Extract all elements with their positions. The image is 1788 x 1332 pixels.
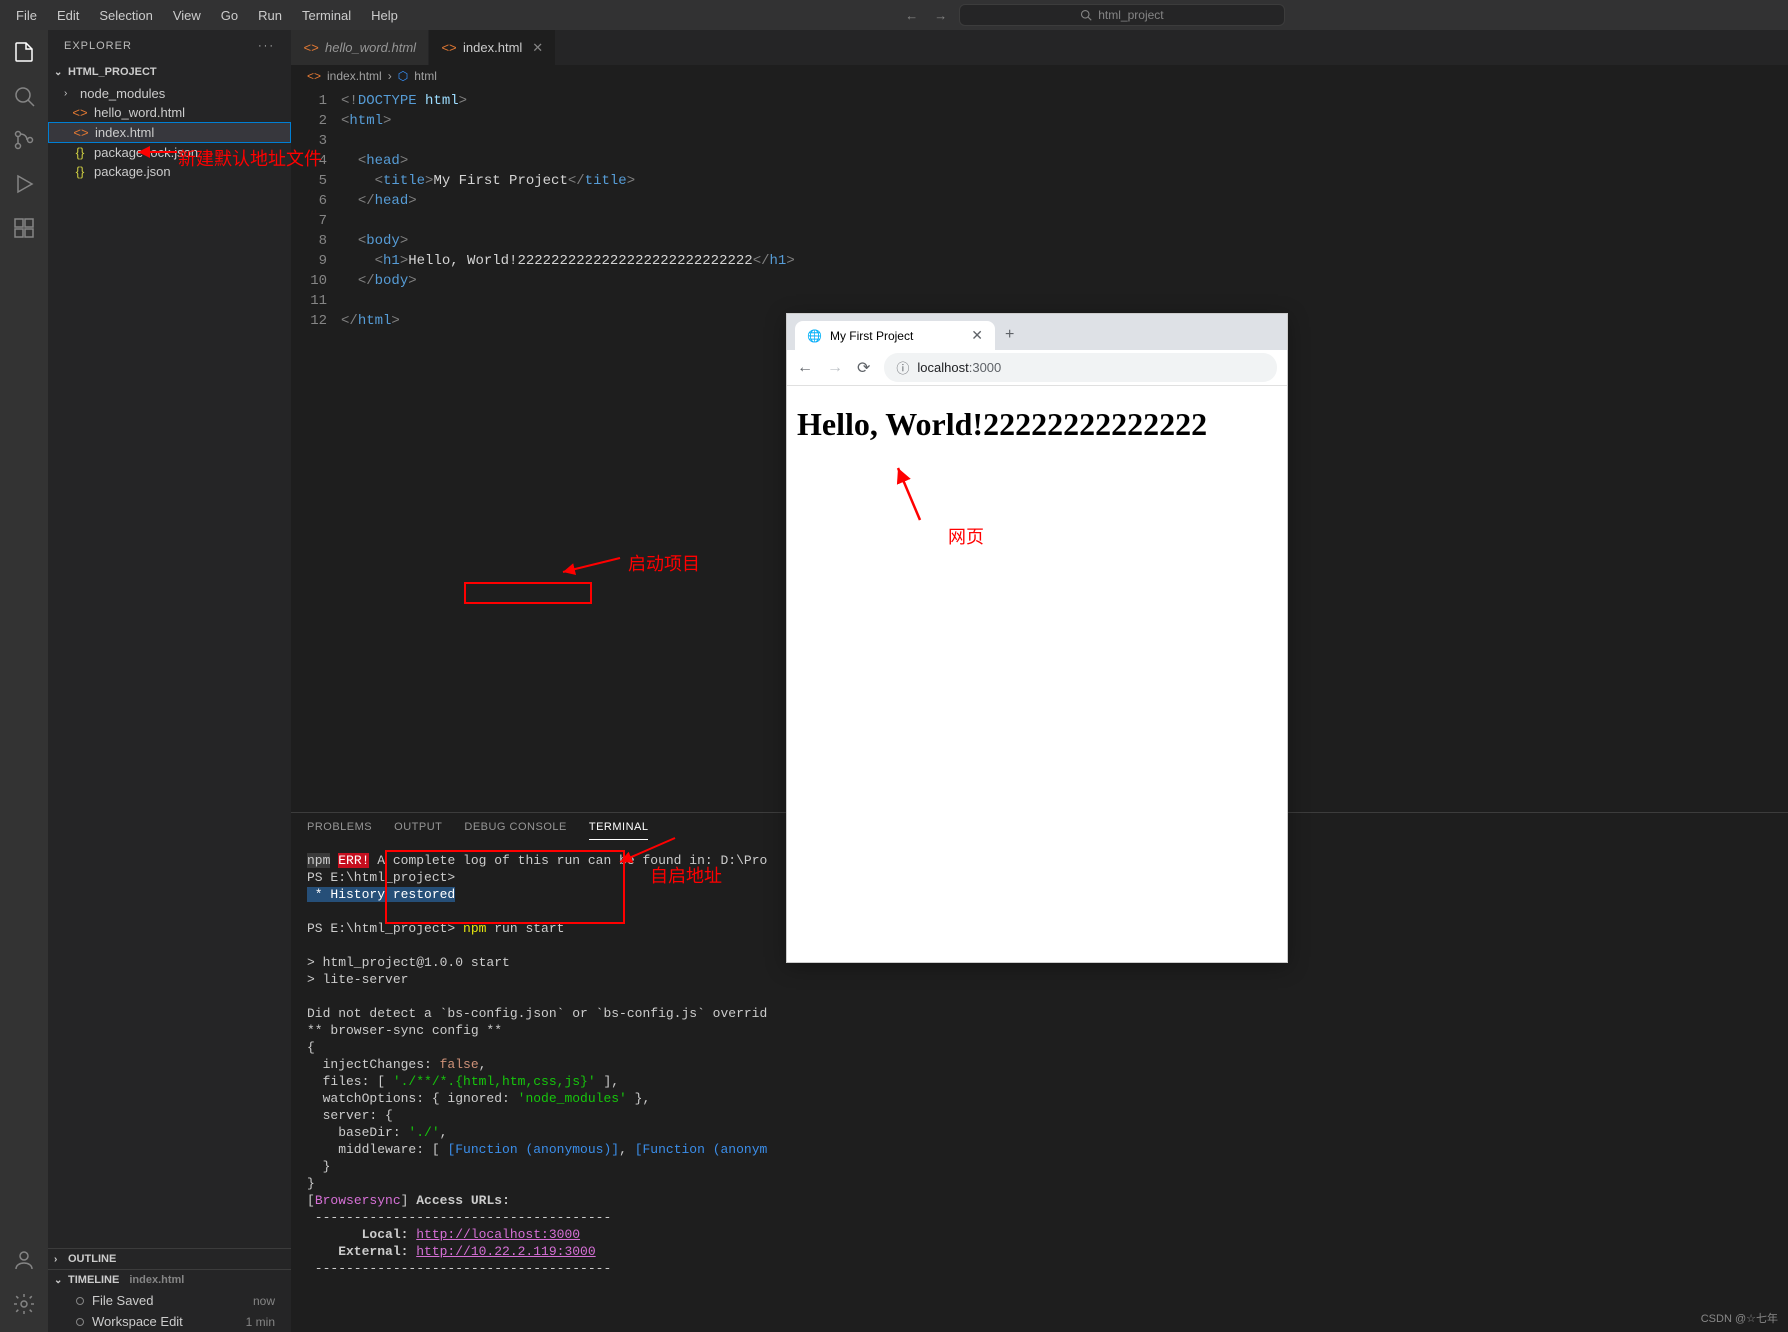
- line-numbers: 123456789101112: [291, 91, 341, 808]
- nav-back-icon[interactable]: ←: [905, 8, 918, 23]
- browser-content: Hello, World!22222222222222: [787, 386, 1287, 463]
- timeline-file: index.html: [129, 1274, 184, 1286]
- url-port: :3000: [969, 360, 1002, 375]
- file-hello-word[interactable]: <> hello_word.html: [48, 103, 291, 122]
- browser-url-bar[interactable]: ⓘ localhost:3000: [884, 353, 1277, 382]
- command-center[interactable]: html_project: [959, 4, 1284, 26]
- timeline-item-time: now: [253, 1294, 275, 1308]
- file-index-html[interactable]: <> index.html: [48, 122, 291, 143]
- browser-toolbar: ← → ⟳ ⓘ localhost:3000: [787, 350, 1287, 386]
- timeline-item[interactable]: File Saved now: [48, 1290, 291, 1311]
- symbol-icon: ⬡: [398, 69, 408, 83]
- more-icon[interactable]: ···: [258, 40, 275, 52]
- menu-view[interactable]: View: [165, 4, 209, 27]
- info-icon: ⓘ: [896, 358, 909, 377]
- panel-tab-terminal[interactable]: TERMINAL: [589, 821, 649, 840]
- menu-selection[interactable]: Selection: [91, 4, 160, 27]
- breadcrumb-file: index.html: [327, 69, 382, 83]
- menu-terminal[interactable]: Terminal: [294, 4, 359, 27]
- tab-hello-word[interactable]: <> hello_word.html: [291, 30, 429, 65]
- panel-tab-debug[interactable]: DEBUG CONSOLE: [464, 821, 566, 840]
- editor-tabs: <> hello_word.html <> index.html ✕: [291, 30, 1788, 65]
- nav-forward-icon[interactable]: →: [934, 8, 947, 23]
- explorer-icon[interactable]: [12, 40, 36, 64]
- html-icon: <>: [303, 40, 319, 55]
- tab-index-html[interactable]: <> index.html ✕: [429, 30, 556, 65]
- timeline-item-time: 1 min: [246, 1315, 275, 1329]
- page-heading: Hello, World!22222222222222: [797, 406, 1277, 443]
- timeline-header[interactable]: ⌄ TIMELINE index.html: [48, 1270, 291, 1290]
- file-package-json[interactable]: {} package.json: [48, 162, 291, 181]
- file-label: package.json: [94, 164, 171, 179]
- menu-file[interactable]: File: [8, 4, 45, 27]
- timeline-label: TIMELINE: [68, 1274, 119, 1286]
- chevron-right-icon: ›: [388, 69, 392, 83]
- close-icon[interactable]: ✕: [971, 327, 983, 344]
- timeline-item[interactable]: Workspace Edit 1 min: [48, 1311, 291, 1332]
- browser-tab-title: My First Project: [830, 329, 913, 343]
- project-header[interactable]: ⌄ HTML_PROJECT: [48, 62, 291, 82]
- browser-reload-icon[interactable]: ⟳: [857, 358, 870, 378]
- explorer-title: EXPLORER: [64, 40, 132, 52]
- file-label: hello_word.html: [94, 105, 185, 120]
- timeline-item-label: Workspace Edit: [92, 1314, 183, 1329]
- browser-window: 🌐 My First Project ✕ + ← → ⟳ ⓘ localhost…: [786, 313, 1288, 963]
- browser-tabbar: 🌐 My First Project ✕ +: [787, 314, 1287, 350]
- url-host: localhost: [917, 360, 968, 375]
- project-name: HTML_PROJECT: [68, 66, 157, 78]
- folder-node-modules[interactable]: › node_modules: [48, 84, 291, 103]
- extensions-icon[interactable]: [12, 216, 36, 240]
- file-package-lock[interactable]: {} package-lock.json: [48, 143, 291, 162]
- menu-go[interactable]: Go: [213, 4, 246, 27]
- close-icon[interactable]: ✕: [532, 40, 543, 56]
- chevron-right-icon: ›: [64, 88, 74, 99]
- html-icon: <>: [307, 69, 321, 83]
- chevron-down-icon: ⌄: [54, 1275, 64, 1286]
- new-tab-button[interactable]: +: [995, 320, 1024, 350]
- chevron-down-icon: ⌄: [54, 67, 64, 78]
- file-label: node_modules: [80, 86, 165, 101]
- chevron-right-icon: ›: [54, 1254, 64, 1265]
- source-control-icon[interactable]: [12, 128, 36, 152]
- panel-tab-problems[interactable]: PROBLEMS: [307, 821, 372, 840]
- debug-icon[interactable]: [12, 172, 36, 196]
- menu-edit[interactable]: Edit: [49, 4, 87, 27]
- menu-run[interactable]: Run: [250, 4, 290, 27]
- outline-header[interactable]: › OUTLINE: [48, 1249, 291, 1269]
- breadcrumb[interactable]: <> index.html › ⬡ html: [291, 65, 1788, 87]
- timeline-item-label: File Saved: [92, 1293, 153, 1308]
- account-icon[interactable]: [12, 1248, 36, 1272]
- menu-help[interactable]: Help: [363, 4, 406, 27]
- json-icon: {}: [72, 164, 88, 179]
- search-activity-icon[interactable]: [12, 84, 36, 108]
- file-tree: › node_modules <> hello_word.html <> ind…: [48, 82, 291, 183]
- breadcrumb-symbol: html: [414, 69, 437, 83]
- browser-forward-icon[interactable]: →: [827, 359, 843, 377]
- circle-icon: [76, 1318, 84, 1326]
- browser-back-icon[interactable]: ←: [797, 359, 813, 377]
- settings-icon[interactable]: [12, 1292, 36, 1316]
- watermark: CSDN @☆七年: [1701, 1310, 1778, 1326]
- html-icon: <>: [441, 40, 457, 55]
- tab-label: index.html: [463, 40, 522, 55]
- html-icon: <>: [73, 125, 89, 140]
- circle-icon: [76, 1297, 84, 1305]
- globe-icon: 🌐: [807, 329, 822, 343]
- sidebar: EXPLORER ··· ⌄ HTML_PROJECT › node_modul…: [48, 30, 291, 1332]
- tab-label: hello_word.html: [325, 40, 416, 55]
- search-text: html_project: [1098, 8, 1163, 22]
- json-icon: {}: [72, 145, 88, 160]
- outline-label: OUTLINE: [68, 1253, 116, 1265]
- panel-tab-output[interactable]: OUTPUT: [394, 821, 442, 840]
- file-label: package-lock.json: [94, 145, 198, 160]
- menubar: File Edit Selection View Go Run Terminal…: [0, 0, 1788, 30]
- activity-bar: [0, 30, 48, 1332]
- browser-tab[interactable]: 🌐 My First Project ✕: [795, 321, 995, 350]
- html-icon: <>: [72, 105, 88, 120]
- file-label: index.html: [95, 125, 154, 140]
- search-icon: [1080, 9, 1092, 21]
